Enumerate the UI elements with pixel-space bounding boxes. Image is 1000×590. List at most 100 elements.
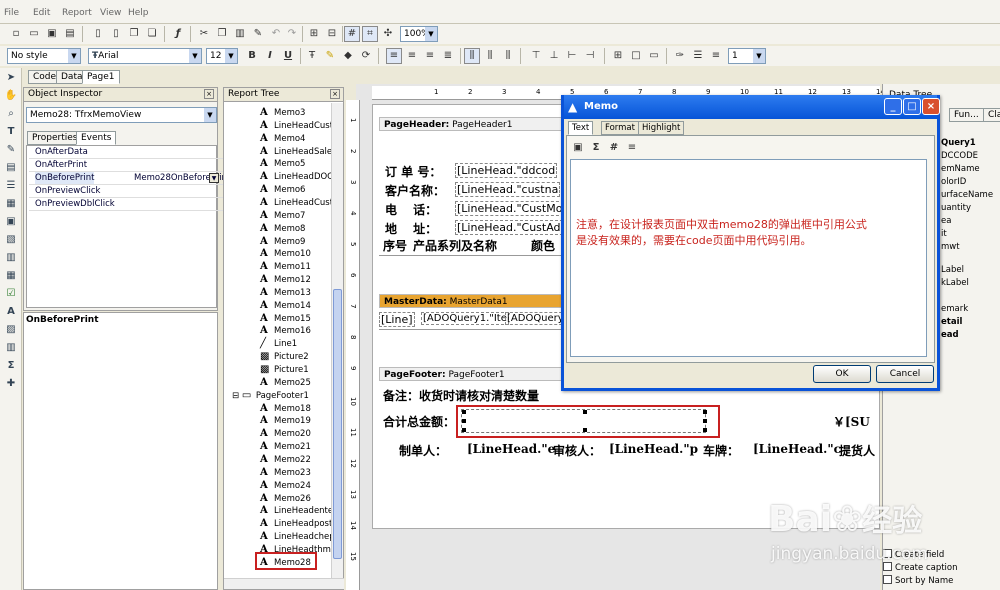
object-select[interactable]: Memo28: TfrxMemoView ▼ — [26, 107, 217, 123]
plate-field[interactable]: [LineHead."c — [753, 442, 841, 456]
new-icon[interactable]: ▫ — [8, 26, 24, 42]
align-middle-icon[interactable]: ⫼ — [482, 48, 498, 64]
data-field-item[interactable]: DCCODE — [941, 151, 978, 161]
tab-page1[interactable]: Page1 — [82, 70, 120, 84]
cancel-button[interactable]: Cancel — [876, 365, 934, 383]
data-field-item[interactable]: urfaceName — [941, 190, 993, 200]
undo-icon[interactable]: ↶ — [268, 26, 284, 42]
frame-color-icon[interactable]: ✑ — [672, 48, 688, 64]
tree-item[interactable]: A Memo20 — [260, 427, 311, 440]
highlight-tool-icon[interactable]: ✎ — [3, 142, 19, 158]
redo-icon[interactable]: ↷ — [284, 26, 300, 42]
menu-file[interactable]: File — [4, 8, 19, 18]
event-row[interactable]: OnPreviewDblClick — [29, 198, 244, 211]
col-header-color[interactable]: 颜色 — [531, 237, 555, 254]
tree-item[interactable]: A Memo8 — [260, 222, 305, 235]
data-field-item[interactable]: kLabel — [941, 278, 969, 288]
aggregate-icon[interactable]: Σ — [588, 140, 604, 156]
select-arrow-icon[interactable]: ➤ — [3, 70, 19, 86]
item-field[interactable]: [ADOQuery1."Ite — [421, 312, 509, 325]
fill-color-icon[interactable]: ◆ — [340, 48, 356, 64]
menu-view[interactable]: View — [100, 8, 121, 18]
phone-field[interactable]: [LineHead."CustMo — [455, 201, 565, 216]
tree-item[interactable]: A LineHeadSale — [260, 145, 332, 158]
picker-label[interactable]: 提货人 — [839, 442, 875, 459]
hand-icon[interactable]: ✋ — [3, 88, 19, 104]
event-row[interactable]: OnAfterPrint — [29, 159, 244, 172]
align-left-icon[interactable]: ≡ — [386, 48, 402, 64]
style-select[interactable]: No style ▼ — [7, 48, 81, 64]
minimize-button[interactable]: _ — [884, 98, 902, 115]
frame-style-icon[interactable]: ☰ — [690, 48, 706, 64]
line-field[interactable]: [Line] — [379, 312, 415, 327]
word-wrap-icon[interactable]: ≡ — [624, 140, 640, 156]
tree-item[interactable]: A Memo11 — [260, 260, 311, 273]
picture-tool-icon[interactable]: ▧ — [3, 232, 19, 248]
new-page-icon[interactable]: ▯ — [108, 26, 124, 42]
italic-button[interactable]: I — [262, 48, 278, 64]
font-size-select[interactable]: 12 ▼ — [206, 48, 238, 64]
page-setup-icon[interactable]: ▯ — [90, 26, 106, 42]
maximize-button[interactable]: □ — [903, 98, 921, 115]
font-settings-icon[interactable]: Ŧ — [304, 48, 320, 64]
sort-by-name-checkbox[interactable]: Sort by Name — [883, 575, 953, 586]
shadow-icon[interactable]: ▭ — [646, 48, 662, 64]
tree-scrollbar[interactable] — [331, 103, 343, 579]
data-field-item[interactable]: etail — [941, 317, 962, 327]
memo-text-area[interactable]: 注意，在设计报表页面中双击memo28的弹出框中引用公式 是没有效果的，需要在c… — [570, 159, 927, 357]
tree-item[interactable]: A Memo5 — [260, 157, 305, 170]
reviewer-label[interactable]: 审核人： — [553, 442, 601, 459]
align-right-icon[interactable]: ≡ — [422, 48, 438, 64]
note-label[interactable]: 备注：收货时请核对清楚数量 — [383, 387, 539, 404]
align-top-icon[interactable]: ⫼ — [464, 48, 480, 64]
tree-item[interactable]: A Memo4 — [260, 132, 305, 145]
tree-item[interactable]: A Memo26 — [260, 492, 311, 505]
tree-item[interactable]: A LineHeadente — [260, 504, 332, 517]
underline-button[interactable]: U — [280, 48, 296, 64]
close-icon[interactable]: × — [204, 89, 214, 99]
format-icon[interactable]: # — [606, 140, 622, 156]
close-icon[interactable]: × — [330, 89, 340, 99]
total-label[interactable]: 合计总金额： — [383, 413, 455, 430]
tree-item[interactable]: A Memo9 — [260, 235, 305, 248]
data-field-item[interactable]: ead — [941, 330, 959, 340]
grid-icon[interactable]: # — [344, 26, 360, 42]
checkbox-tool-icon[interactable]: ☑ — [3, 286, 19, 302]
save-icon[interactable]: ▣ — [44, 26, 60, 42]
fit-grid-icon[interactable]: ✣ — [380, 26, 396, 42]
tree-item[interactable]: A Memo14 — [260, 299, 311, 312]
ungroup-icon[interactable]: ⊟ — [324, 26, 340, 42]
preview-icon[interactable]: ▤ — [62, 26, 78, 42]
tab-format[interactable]: Format — [601, 121, 639, 135]
tab-properties[interactable]: Properties — [27, 131, 83, 145]
tree-item[interactable]: A LineHeadchep — [260, 530, 332, 543]
bold-button[interactable]: B — [244, 48, 260, 64]
data-field-item[interactable]: it — [941, 229, 947, 239]
tree-item[interactable]: A Memo22 — [260, 453, 311, 466]
frame-bottom-icon[interactable]: ⊥ — [546, 48, 562, 64]
tree-item[interactable]: ⊟ ▭ PageFooter1 — [232, 389, 309, 402]
tree-item[interactable]: A Memo10 — [260, 247, 311, 260]
open-icon[interactable]: ▭ — [26, 26, 42, 42]
align-center-icon[interactable]: ≡ — [404, 48, 420, 64]
tree-item[interactable]: A Memo13 — [260, 286, 311, 299]
event-row-selected[interactable]: OnBeforePrint Memo28OnBeforePrint ▼ — [29, 172, 244, 185]
paste-icon[interactable]: ▥ — [232, 26, 248, 42]
customer-name-field[interactable]: [LineHead."custna — [455, 182, 561, 197]
band-icon[interactable]: ▤ — [3, 160, 19, 176]
insert-expression-icon[interactable]: ▣ — [570, 140, 586, 156]
highlight-icon[interactable]: ✎ — [322, 48, 338, 64]
zoom-select[interactable]: 100% ▼ — [400, 26, 438, 42]
tree-item[interactable]: A Memo18 — [260, 402, 311, 415]
phone-label[interactable]: 电 话： — [385, 201, 437, 218]
address-label[interactable]: 地 址： — [385, 220, 437, 237]
chart-tool-icon[interactable]: ▥ — [3, 250, 19, 266]
function-icon[interactable]: ƒ — [170, 26, 186, 42]
data-field-item[interactable]: ea — [941, 216, 951, 226]
tree-item[interactable]: A Memo21 — [260, 440, 311, 453]
subreport-icon[interactable]: ▦ — [3, 196, 19, 212]
frame-right-icon[interactable]: ⊣ — [582, 48, 598, 64]
tree-item[interactable]: A Memo25 — [260, 376, 311, 389]
copy-icon[interactable]: ❐ — [214, 26, 230, 42]
frame-none-icon[interactable]: □ — [628, 48, 644, 64]
